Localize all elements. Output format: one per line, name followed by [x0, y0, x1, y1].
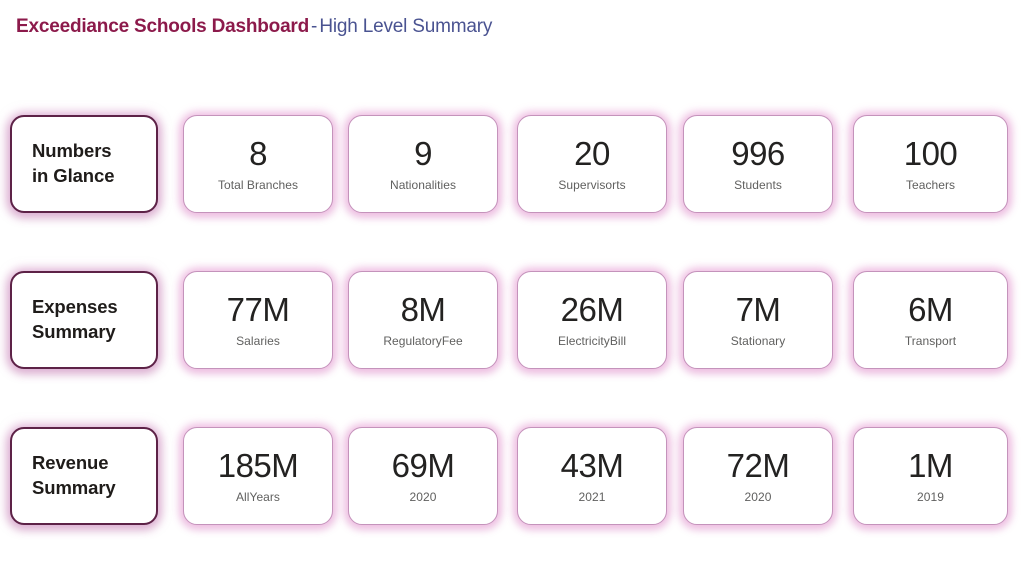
kpi-label: 2021	[579, 491, 606, 503]
kpi-value: 69M	[392, 449, 455, 482]
kpi-value: 20	[574, 137, 610, 170]
kpi-value: 43M	[561, 449, 624, 482]
kpi-label: AllYears	[236, 491, 280, 503]
section-label-numbers-in-glance[interactable]: Numbers in Glance	[10, 115, 158, 213]
section-label-line-2: in Glance	[32, 165, 114, 186]
page-title: Exceediance Schools Dashboard-High Level…	[16, 16, 492, 39]
kpi-card-revenue-2020-a[interactable]: 69M 2020	[348, 427, 498, 525]
kpi-value: 9	[414, 137, 432, 170]
section-label-line-2: Summary	[32, 321, 116, 342]
page-title-separator: -	[309, 16, 319, 37]
section-label-text: Revenue Summary	[32, 451, 116, 501]
page-title-subtitle: High Level Summary	[319, 16, 492, 37]
section-label-line-1: Expenses	[32, 296, 118, 317]
kpi-card-supervisorts[interactable]: 20 Supervisorts	[517, 115, 667, 213]
kpi-label: 2019	[917, 491, 944, 503]
kpi-card-all-years[interactable]: 185M AllYears	[183, 427, 333, 525]
section-row-numbers-in-glance: Numbers in Glance 8 Total Branches 9 Nat…	[0, 115, 1024, 213]
kpi-value: 77M	[227, 293, 290, 326]
kpi-card-total-branches[interactable]: 8 Total Branches	[183, 115, 333, 213]
kpi-card-salaries[interactable]: 77M Salaries	[183, 271, 333, 369]
kpi-value: 1M	[908, 449, 953, 482]
section-row-expenses-summary: Expenses Summary 77M Salaries 8M Regulat…	[0, 271, 1024, 369]
kpi-value: 26M	[561, 293, 624, 326]
kpi-value: 996	[731, 137, 785, 170]
section-label-expenses-summary[interactable]: Expenses Summary	[10, 271, 158, 369]
kpi-value: 100	[904, 137, 958, 170]
kpi-label: 2020	[410, 491, 437, 503]
kpi-value: 185M	[218, 449, 299, 482]
kpi-label: 2020	[745, 491, 772, 503]
section-label-text: Expenses Summary	[32, 295, 118, 345]
page-title-main: Exceediance Schools Dashboard	[16, 16, 309, 37]
kpi-label: ElectricityBill	[558, 335, 626, 347]
kpi-value: 6M	[908, 293, 953, 326]
section-label-line-1: Numbers	[32, 140, 112, 161]
kpi-value: 8	[249, 137, 267, 170]
kpi-label: Students	[734, 179, 782, 191]
kpi-card-nationalities[interactable]: 9 Nationalities	[348, 115, 498, 213]
kpi-label: Teachers	[906, 179, 955, 191]
kpi-label: Total Branches	[218, 179, 298, 191]
section-row-revenue-summary: Revenue Summary 185M AllYears 69M 2020 4…	[0, 427, 1024, 525]
section-label-line-1: Revenue	[32, 452, 108, 473]
kpi-label: RegulatoryFee	[383, 335, 462, 347]
dashboard-root: Exceediance Schools Dashboard-High Level…	[0, 0, 1024, 565]
kpi-value: 8M	[401, 293, 446, 326]
kpi-card-electricity-bill[interactable]: 26M ElectricityBill	[517, 271, 667, 369]
kpi-card-teachers[interactable]: 100 Teachers	[853, 115, 1008, 213]
kpi-label: Nationalities	[390, 179, 456, 191]
kpi-card-regulatory-fee[interactable]: 8M RegulatoryFee	[348, 271, 498, 369]
kpi-card-revenue-2021[interactable]: 43M 2021	[517, 427, 667, 525]
kpi-label: Stationary	[731, 335, 786, 347]
kpi-card-students[interactable]: 996 Students	[683, 115, 833, 213]
section-label-text: Numbers in Glance	[32, 139, 114, 189]
section-label-revenue-summary[interactable]: Revenue Summary	[10, 427, 158, 525]
kpi-card-stationary[interactable]: 7M Stationary	[683, 271, 833, 369]
kpi-card-revenue-2020-b[interactable]: 72M 2020	[683, 427, 833, 525]
kpi-value: 72M	[727, 449, 790, 482]
kpi-label: Salaries	[236, 335, 280, 347]
kpi-value: 7M	[736, 293, 781, 326]
kpi-card-revenue-2019[interactable]: 1M 2019	[853, 427, 1008, 525]
kpi-card-transport[interactable]: 6M Transport	[853, 271, 1008, 369]
kpi-label: Supervisorts	[558, 179, 625, 191]
kpi-label: Transport	[905, 335, 956, 347]
section-label-line-2: Summary	[32, 477, 116, 498]
